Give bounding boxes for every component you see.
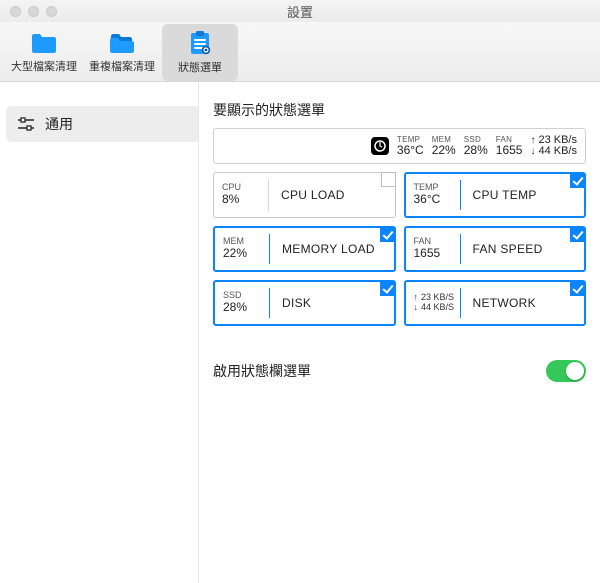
window-title: 設置 bbox=[0, 2, 600, 21]
option-label: MEMORY LOAD bbox=[270, 228, 394, 270]
preview-ssd: SSD 28% bbox=[464, 136, 488, 156]
enable-statusbar-row: 啟用狀態欄選單 bbox=[213, 360, 586, 382]
option-label: DISK bbox=[270, 282, 394, 324]
sliders-icon bbox=[16, 115, 36, 133]
option-label: FAN SPEED bbox=[461, 228, 585, 270]
toolbar: 大型檔案清理 重複檔案清理 狀態選單 bbox=[0, 22, 600, 82]
option-label: CPU TEMP bbox=[461, 174, 585, 216]
option-preview: SSD 28% bbox=[215, 282, 269, 324]
preview-mem: MEM 22% bbox=[432, 136, 456, 156]
enable-statusbar-toggle[interactable] bbox=[546, 360, 586, 382]
content-pane: 要顯示的狀態選單 TEMP 36°C MEM 22% SSD 28% FAN 1… bbox=[199, 82, 600, 583]
option-preview: MEM 22% bbox=[215, 228, 269, 270]
preview-temp: TEMP 36°C bbox=[397, 136, 424, 156]
option-checkbox[interactable] bbox=[570, 227, 585, 242]
tab-large-file-cleanup[interactable]: 大型檔案清理 bbox=[6, 24, 82, 81]
preview-network: ↑23 KB/s ↓44 KB/s bbox=[530, 135, 577, 157]
tab-label: 重複檔案清理 bbox=[89, 58, 155, 74]
option-checkbox[interactable] bbox=[570, 173, 585, 188]
arrow-up-icon: ↑ bbox=[530, 136, 535, 146]
tab-label: 狀態選單 bbox=[178, 59, 222, 75]
option-checkbox[interactable] bbox=[570, 281, 585, 296]
option-label: NETWORK bbox=[461, 282, 585, 324]
option-preview: ↑23 KB/S ↓44 KB/S bbox=[406, 282, 460, 324]
option-preview: TEMP 36°C bbox=[406, 174, 460, 216]
option-cpu-load[interactable]: CPU 8% CPU LOAD bbox=[213, 172, 396, 218]
option-checkbox[interactable] bbox=[380, 227, 395, 242]
option-preview: CPU 8% bbox=[214, 173, 268, 217]
window-titlebar: 設置 bbox=[0, 0, 600, 22]
enable-statusbar-label: 啟用狀態欄選單 bbox=[213, 361, 311, 381]
option-memory-load[interactable]: MEM 22% MEMORY LOAD bbox=[213, 226, 396, 272]
sidebar: 通用 bbox=[0, 82, 199, 583]
option-network[interactable]: ↑23 KB/S ↓44 KB/S NETWORK bbox=[404, 280, 587, 326]
statusbar-preview: TEMP 36°C MEM 22% SSD 28% FAN 1655 ↑23 K… bbox=[213, 128, 586, 164]
section-title: 要顯示的狀態選單 bbox=[213, 100, 586, 120]
main-area: 通用 要顯示的狀態選單 TEMP 36°C MEM 22% SSD 28% FA… bbox=[0, 82, 600, 583]
tab-label: 大型檔案清理 bbox=[11, 58, 77, 74]
sidebar-item-label: 通用 bbox=[45, 114, 73, 134]
arrow-down-icon: ↓ bbox=[414, 303, 419, 313]
folders-stack-icon bbox=[108, 31, 136, 55]
option-preview: FAN 1655 bbox=[406, 228, 460, 270]
option-fan-speed[interactable]: FAN 1655 FAN SPEED bbox=[404, 226, 587, 272]
option-checkbox[interactable] bbox=[381, 172, 396, 187]
option-checkbox[interactable] bbox=[380, 281, 395, 296]
folder-icon bbox=[30, 31, 58, 55]
tab-duplicate-file-cleanup[interactable]: 重複檔案清理 bbox=[84, 24, 160, 81]
app-logo-icon bbox=[371, 137, 389, 155]
tab-status-menu[interactable]: 狀態選單 bbox=[162, 24, 238, 81]
arrow-down-icon: ↓ bbox=[530, 147, 535, 157]
status-options-grid: CPU 8% CPU LOAD TEMP 36°C CPU TEMP MEM bbox=[213, 172, 586, 326]
option-label: CPU LOAD bbox=[269, 173, 395, 217]
sidebar-item-general[interactable]: 通用 bbox=[6, 106, 198, 142]
option-disk[interactable]: SSD 28% DISK bbox=[213, 280, 396, 326]
preview-fan: FAN 1655 bbox=[496, 136, 523, 156]
clipboard-list-icon bbox=[187, 30, 213, 56]
option-cpu-temp[interactable]: TEMP 36°C CPU TEMP bbox=[404, 172, 587, 218]
